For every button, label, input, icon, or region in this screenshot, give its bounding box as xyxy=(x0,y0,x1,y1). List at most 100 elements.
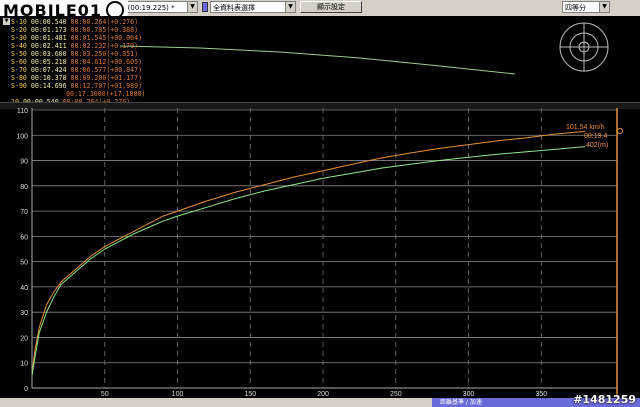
series-point xyxy=(177,215,178,217)
split-time: 00:10.378 xyxy=(30,74,67,82)
series-point xyxy=(439,160,440,161)
split-label: S-90 xyxy=(11,82,27,90)
series-point xyxy=(206,206,208,208)
series-point xyxy=(235,191,237,193)
series-point xyxy=(322,177,324,179)
y-tick-label: 110 xyxy=(17,108,28,115)
readout-time: 00:19.4 xyxy=(584,133,607,140)
chevron-down-icon[interactable]: ▼ xyxy=(285,2,295,12)
split-row: S-60 00:05.218 00:04.612(+00.605) xyxy=(11,58,531,66)
x-tick-label: 50 xyxy=(101,391,109,398)
split-ref: 00:17.1000 xyxy=(66,90,106,98)
series-point xyxy=(89,258,91,260)
split-ref: 00:04.612 xyxy=(70,58,107,66)
split-delta: (+0.179) xyxy=(106,42,139,50)
split-ref: 00:01.545 xyxy=(70,34,107,42)
data-select[interactable]: 全資料表選擇 ▼ xyxy=(210,1,296,13)
series-point xyxy=(468,156,469,158)
chevron-down-icon[interactable]: ▼ xyxy=(187,2,197,12)
series-line-1 xyxy=(31,146,586,376)
split-time: 00:01.173 xyxy=(30,26,67,34)
y-tick-label: 30 xyxy=(20,310,28,317)
y-tick-label: 100 xyxy=(16,133,28,140)
run-select[interactable]: 3 (00:19.225) * ▼ xyxy=(118,1,198,13)
series-point xyxy=(60,281,62,283)
split-time: 00:07.424 xyxy=(30,66,67,74)
y-tick-label: 70 xyxy=(20,209,28,216)
series-point xyxy=(133,230,135,232)
collapse-panel-button[interactable]: ▼ xyxy=(3,18,10,25)
series-point xyxy=(584,130,586,132)
series-point xyxy=(89,256,91,257)
y-tick-label: 40 xyxy=(20,285,28,292)
split-ref: 00:12.707 xyxy=(70,82,107,90)
series-point xyxy=(409,152,411,154)
split-times-panel: S-10 00:00.540 00:00.264(+0.276) S-20 00:… xyxy=(0,16,521,106)
y-tick-label: 60 xyxy=(20,234,28,241)
display-settings-button[interactable]: 顯示設定 xyxy=(300,1,362,13)
split-label: S-80 xyxy=(11,74,27,82)
series-point xyxy=(46,311,47,313)
series-point xyxy=(264,190,266,192)
speed-chart: 0 10 20 30 40 50 60 70 80 90 100 110 50 100 150 200 250 3… xyxy=(0,108,640,398)
chevron-down-icon[interactable]: ▼ xyxy=(599,2,609,12)
data-select-value: 全資料表選擇 xyxy=(213,4,255,12)
split-label: S-60 xyxy=(11,58,27,66)
split-delta: (+00.847) xyxy=(106,66,143,74)
split-row: S-40 00:02.411 00:02.232(+0.179) xyxy=(11,42,531,50)
y-tick-label: 90 xyxy=(20,159,28,166)
split-ref: 00:09.200 xyxy=(70,74,107,82)
split-row: S-20 00:01.173 00:00.785(+0.388) xyxy=(11,26,531,34)
series-color-swatch xyxy=(202,2,208,12)
y-tick-label: 10 xyxy=(20,361,28,368)
split-delta: (+00.064) xyxy=(106,34,143,42)
series-point xyxy=(235,198,237,199)
series-point xyxy=(34,349,36,351)
series-point xyxy=(162,220,164,222)
x-tick-label: 100 xyxy=(172,391,184,398)
split-delta: (+0.351) xyxy=(106,50,139,58)
series-point xyxy=(409,163,411,165)
x-tick-label: 250 xyxy=(390,391,402,398)
split-time: 00:00.540 xyxy=(30,18,67,26)
split-delta: (+00.605) xyxy=(106,58,143,66)
series-point xyxy=(351,172,353,174)
series-point xyxy=(439,148,440,149)
x-tick-label: 350 xyxy=(535,391,547,398)
cursor-handle[interactable] xyxy=(617,128,623,134)
y-tick-label: 50 xyxy=(20,260,28,267)
series-point xyxy=(148,227,149,228)
series-point xyxy=(555,133,557,135)
y-tick-label: 80 xyxy=(20,184,28,191)
series-point xyxy=(31,374,33,376)
split-delta: (+0.276) xyxy=(106,18,139,26)
series-point xyxy=(133,233,135,235)
y-tick-label: 0 xyxy=(24,386,28,393)
split-label: S-10 xyxy=(11,18,27,26)
split-row: S-30 00:01.481 00:01.545(+00.064) xyxy=(11,34,531,42)
series-point xyxy=(162,215,164,217)
series-point xyxy=(38,326,40,328)
split-row: S-70 00:07.424 00:06.577(+00.847) xyxy=(11,66,531,74)
series-point xyxy=(34,357,36,359)
split-time: 00:01.481 xyxy=(30,34,67,42)
series-point xyxy=(177,210,178,212)
split-ref: 00:00.264 xyxy=(70,18,107,26)
scrollbar-label: 距離基準 / 加速 xyxy=(440,399,482,406)
split-row: S-90 00:14.696 00:12.707(+01.989) xyxy=(11,82,531,90)
split-time: 00:05.218 xyxy=(30,58,67,66)
series-point xyxy=(293,184,295,185)
series-point xyxy=(526,151,528,153)
series-point xyxy=(555,148,557,150)
split-label: S-40 xyxy=(11,42,27,50)
split-ref: 00:02.232 xyxy=(70,42,107,50)
split-time: 00:03.600 xyxy=(30,50,67,58)
split-delta: (+0.388) xyxy=(106,26,139,34)
division-select[interactable]: 四等分 ▼ xyxy=(562,1,610,13)
x-tick-label: 200 xyxy=(317,391,329,398)
series-point xyxy=(75,268,77,270)
series-point xyxy=(148,223,149,225)
run-select-value: 3 (00:19.225) * xyxy=(121,4,175,12)
split-time: 00:14.696 xyxy=(30,82,67,90)
target-icon xyxy=(559,22,609,72)
